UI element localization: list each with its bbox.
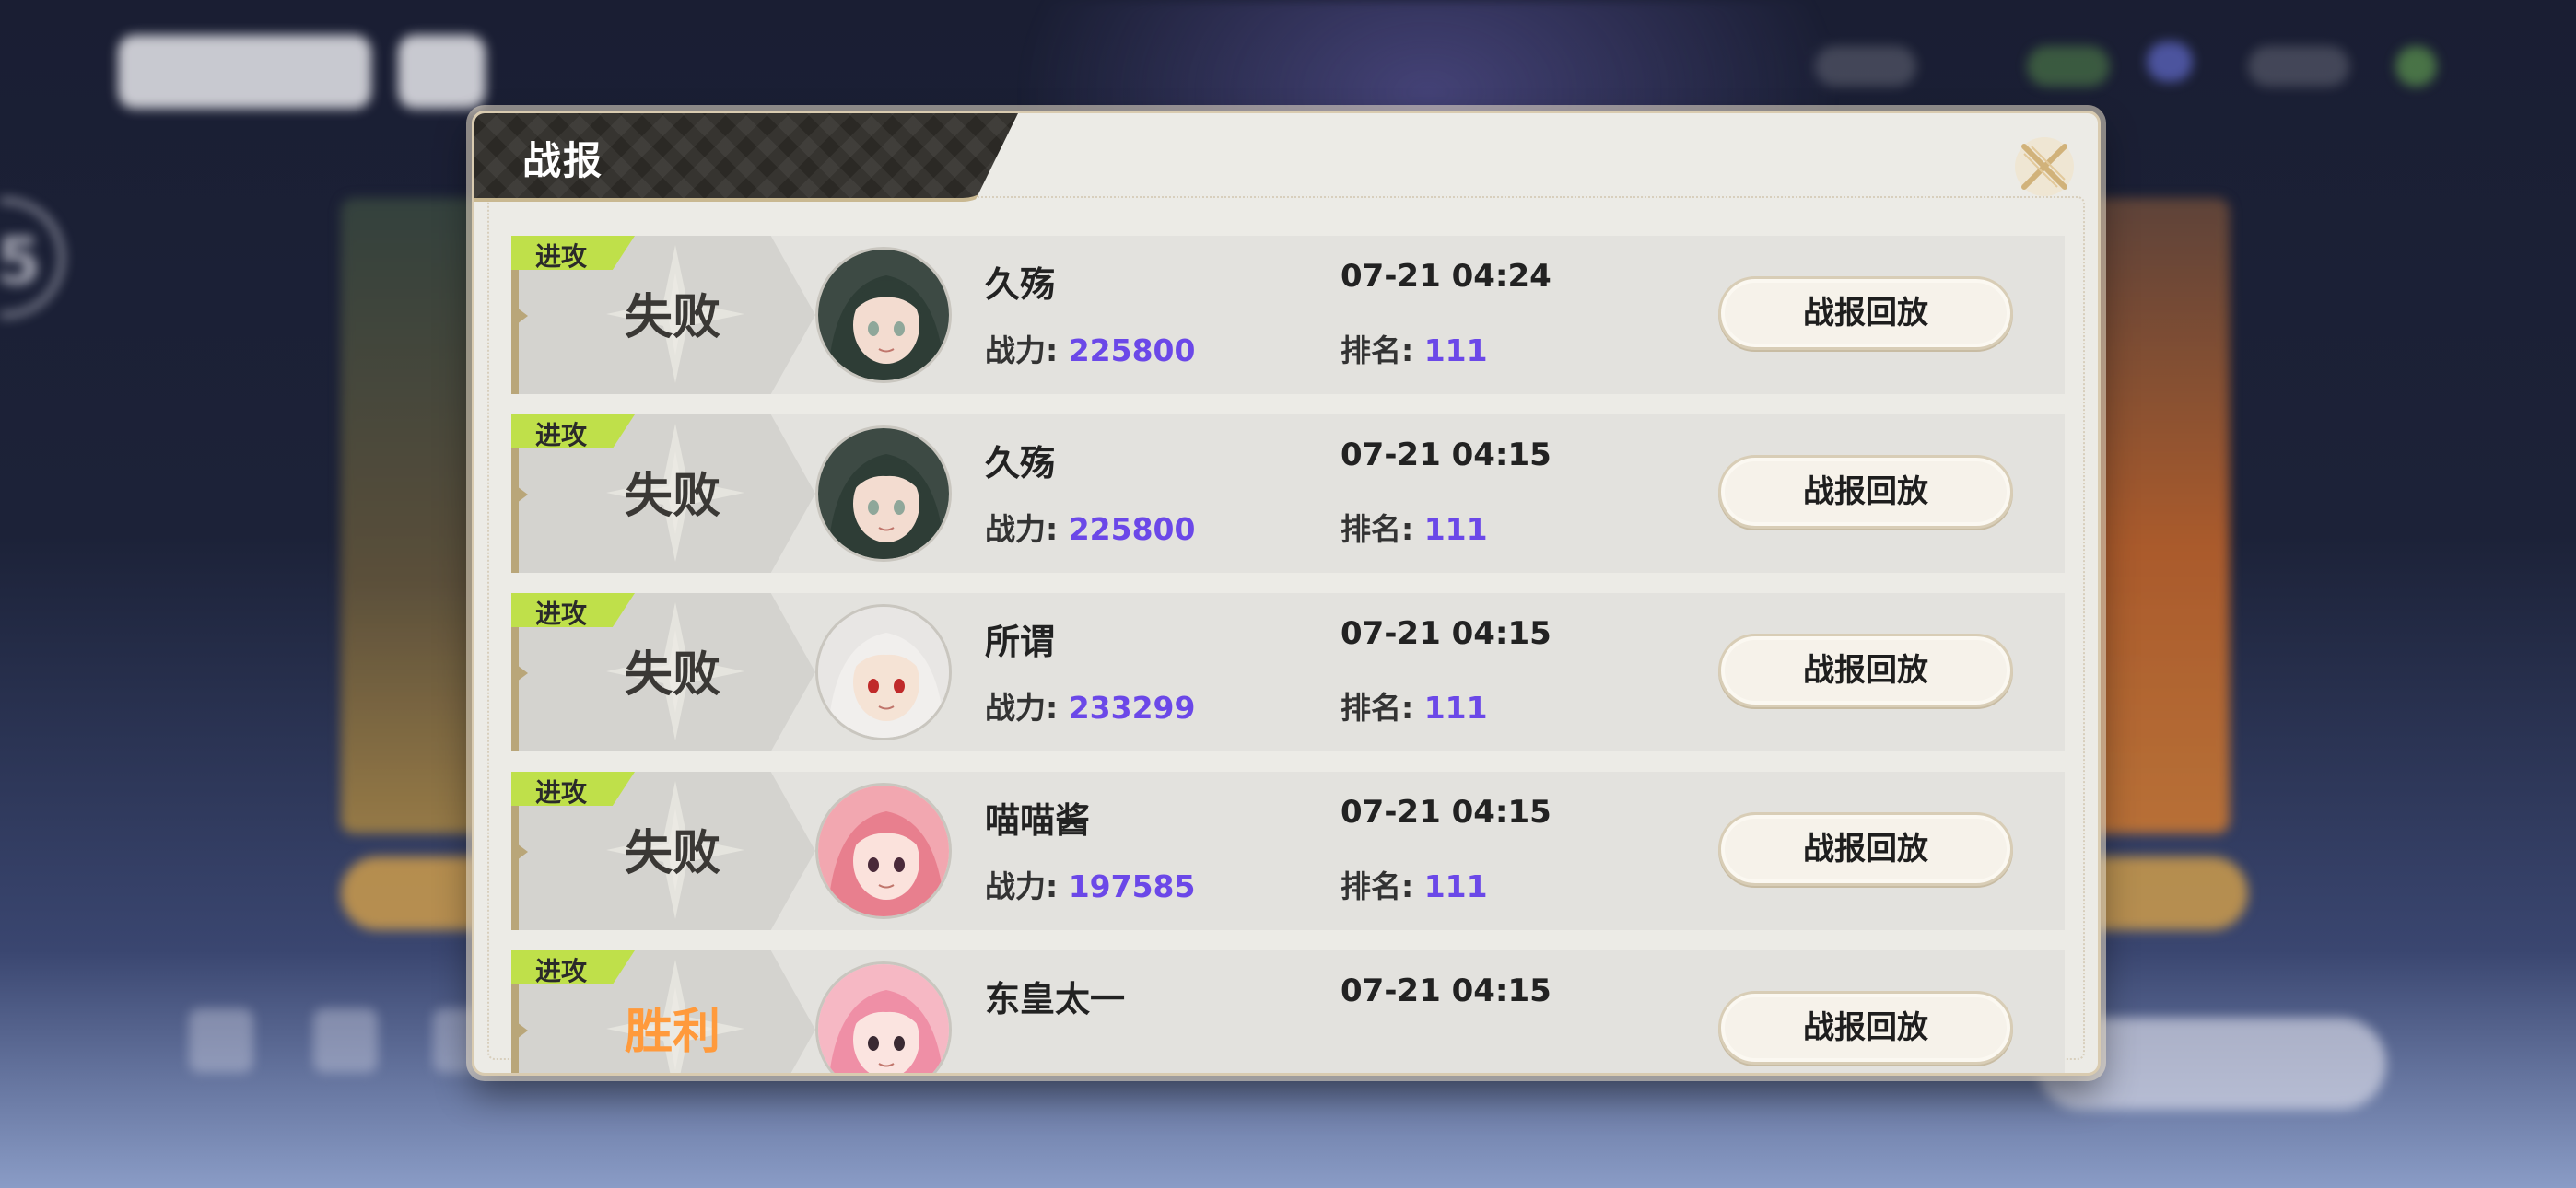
opponent-name: 东皇太一 bbox=[985, 979, 1126, 1019]
opponent-name: 所谓 bbox=[985, 622, 1056, 662]
report-row: 进攻 失败 久殇 战力: 225800 07-21 04:24 排名: 111 … bbox=[511, 236, 2065, 394]
battle-result: 失败 bbox=[624, 290, 720, 345]
opponent-name: 久殇 bbox=[985, 264, 1056, 305]
replay-button[interactable]: 战报回放 bbox=[1718, 276, 2013, 350]
opponent-rank: 排名: 111 bbox=[1341, 511, 1488, 547]
opponent-rank: 排名: 111 bbox=[1341, 868, 1488, 904]
replay-button[interactable]: 战报回放 bbox=[1718, 991, 2013, 1065]
battle-time: 07-21 04:15 bbox=[1341, 973, 1551, 1009]
opponent-avatar[interactable] bbox=[815, 425, 952, 562]
battle-report-dialog: 战报 进攻 失败 久殇 战力: 225800 07-21 04:24 排名: 1… bbox=[472, 111, 2101, 1076]
report-row: 进攻 胜利 东皇太一 07-21 04:15 战报回放 bbox=[511, 950, 2065, 1073]
battle-result: 胜利 bbox=[624, 1005, 720, 1060]
battle-time: 07-21 04:15 bbox=[1341, 794, 1551, 831]
opponent-name: 久殇 bbox=[985, 443, 1056, 483]
opponent-avatar[interactable] bbox=[815, 783, 952, 919]
dialog-title: 战报 bbox=[522, 138, 604, 183]
dialog-title-tab: 战报 bbox=[474, 113, 1018, 202]
report-row: 进攻 失败 喵喵酱 战力: 197585 07-21 04:15 排名: 111… bbox=[511, 772, 2065, 930]
report-row: 进攻 失败 所谓 战力: 233299 07-21 04:15 排名: 111 … bbox=[511, 593, 2065, 751]
opponent-power: 战力: 197585 bbox=[985, 868, 1196, 904]
battle-time: 07-21 04:15 bbox=[1341, 437, 1551, 473]
opponent-power: 战力: 225800 bbox=[985, 511, 1196, 547]
opponent-rank: 排名: 111 bbox=[1341, 332, 1488, 368]
opponent-avatar[interactable] bbox=[815, 961, 952, 1073]
replay-button[interactable]: 战报回放 bbox=[1718, 812, 2013, 886]
replay-button[interactable]: 战报回放 bbox=[1718, 634, 2013, 707]
opponent-name: 喵喵酱 bbox=[985, 800, 1091, 841]
battle-result: 失败 bbox=[624, 647, 720, 703]
report-list[interactable]: 进攻 失败 久殇 战力: 225800 07-21 04:24 排名: 111 … bbox=[511, 236, 2065, 1073]
battle-result: 失败 bbox=[624, 469, 720, 524]
battle-time: 07-21 04:24 bbox=[1341, 258, 1551, 295]
battle-time: 07-21 04:15 bbox=[1341, 615, 1551, 652]
opponent-avatar[interactable] bbox=[815, 604, 952, 740]
battle-result: 失败 bbox=[624, 826, 720, 881]
opponent-power: 战力: 233299 bbox=[985, 690, 1196, 726]
opponent-power: 战力: 225800 bbox=[985, 332, 1196, 368]
report-row: 进攻 失败 久殇 战力: 225800 07-21 04:15 排名: 111 … bbox=[511, 414, 2065, 573]
opponent-avatar[interactable] bbox=[815, 247, 952, 383]
opponent-rank: 排名: 111 bbox=[1341, 690, 1488, 726]
close-icon[interactable] bbox=[2011, 134, 2078, 200]
replay-button[interactable]: 战报回放 bbox=[1718, 455, 2013, 529]
